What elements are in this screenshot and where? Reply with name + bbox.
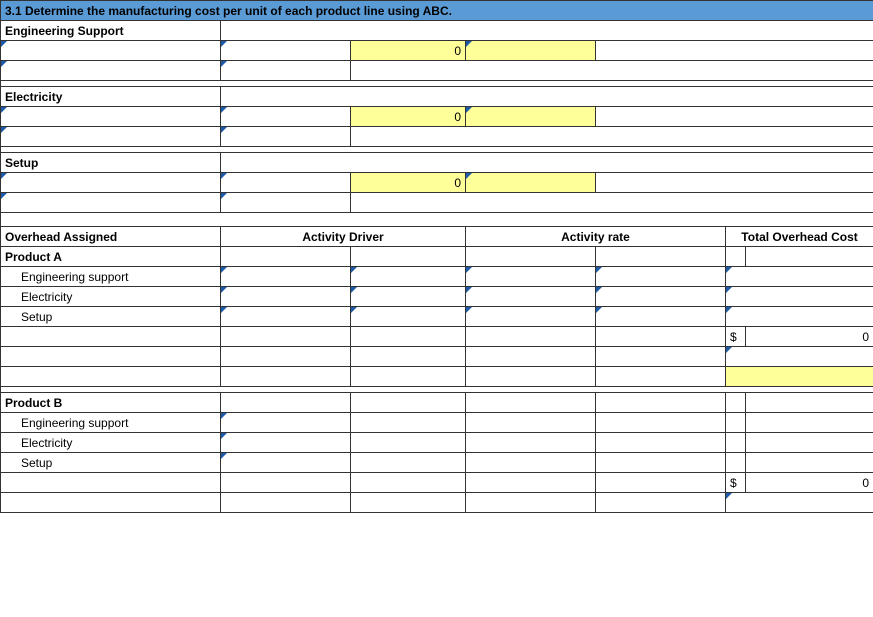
elec-r2-c1[interactable] — [1, 127, 221, 147]
pa-elec-t[interactable] — [726, 287, 873, 307]
eng-r1-c2[interactable] — [221, 41, 351, 61]
hdr-overhead: Overhead Assigned — [1, 227, 221, 247]
pa-setup-d2[interactable] — [351, 307, 466, 327]
pa-extra1[interactable] — [726, 347, 873, 367]
pa-setup-t[interactable] — [726, 307, 873, 327]
pa-elec: Electricity — [1, 287, 221, 307]
setup-r2-c2[interactable] — [221, 193, 351, 213]
section-setup: Setup — [1, 153, 221, 173]
setup-r1-c3[interactable]: 0 — [351, 173, 466, 193]
pa-extra2[interactable] — [726, 367, 873, 387]
product-a-label: Product A — [1, 247, 221, 267]
eng-r1-c4[interactable] — [466, 41, 596, 61]
pb-total: 0 — [746, 473, 873, 493]
setup-r1-c1[interactable] — [1, 173, 221, 193]
pb-setup-d1[interactable] — [221, 453, 351, 473]
setup-r2-c1[interactable] — [1, 193, 221, 213]
setup-r1-c2[interactable] — [221, 173, 351, 193]
pb-extra1[interactable] — [726, 493, 873, 513]
eng-r2-c1[interactable] — [1, 61, 221, 81]
section-eng-support: Engineering Support — [1, 21, 221, 41]
pa-elec-r2[interactable] — [596, 287, 726, 307]
pa-setup-r1[interactable] — [466, 307, 596, 327]
hdr-activity-rate: Activity rate — [466, 227, 726, 247]
pa-elec-d2[interactable] — [351, 287, 466, 307]
eng-r1-c1[interactable] — [1, 41, 221, 61]
page-title: 3.1 Determine the manufacturing cost per… — [1, 1, 873, 21]
pb-elec: Electricity — [1, 433, 221, 453]
pa-eng-d2[interactable] — [351, 267, 466, 287]
elec-r1-c3[interactable]: 0 — [351, 107, 466, 127]
pa-eng-r1[interactable] — [466, 267, 596, 287]
pa-eng: Engineering support — [1, 267, 221, 287]
pa-eng-d1[interactable] — [221, 267, 351, 287]
pa-setup-d1[interactable] — [221, 307, 351, 327]
hdr-activity-driver: Activity Driver — [221, 227, 466, 247]
pa-total-currency: $ — [726, 327, 746, 347]
hdr-total-overhead: Total Overhead Cost — [726, 227, 873, 247]
pb-elec-d1[interactable] — [221, 433, 351, 453]
section-electricity: Electricity — [1, 87, 221, 107]
eng-r2-c2[interactable] — [221, 61, 351, 81]
setup-r1-c4[interactable] — [466, 173, 596, 193]
pa-elec-r1[interactable] — [466, 287, 596, 307]
abc-worksheet: 3.1 Determine the manufacturing cost per… — [0, 0, 873, 513]
eng-r1-c3[interactable]: 0 — [351, 41, 466, 61]
pa-eng-r2[interactable] — [596, 267, 726, 287]
pa-setup: Setup — [1, 307, 221, 327]
pb-eng: Engineering support — [1, 413, 221, 433]
elec-r1-c2[interactable] — [221, 107, 351, 127]
elec-r1-c1[interactable] — [1, 107, 221, 127]
elec-r2-c2[interactable] — [221, 127, 351, 147]
pa-elec-d1[interactable] — [221, 287, 351, 307]
pb-setup: Setup — [1, 453, 221, 473]
product-b-label: Product B — [1, 393, 221, 413]
pb-eng-d1[interactable] — [221, 413, 351, 433]
pa-eng-t[interactable] — [726, 267, 873, 287]
pa-total: 0 — [746, 327, 873, 347]
pa-setup-r2[interactable] — [596, 307, 726, 327]
elec-r1-c4[interactable] — [466, 107, 596, 127]
pb-total-currency: $ — [726, 473, 746, 493]
